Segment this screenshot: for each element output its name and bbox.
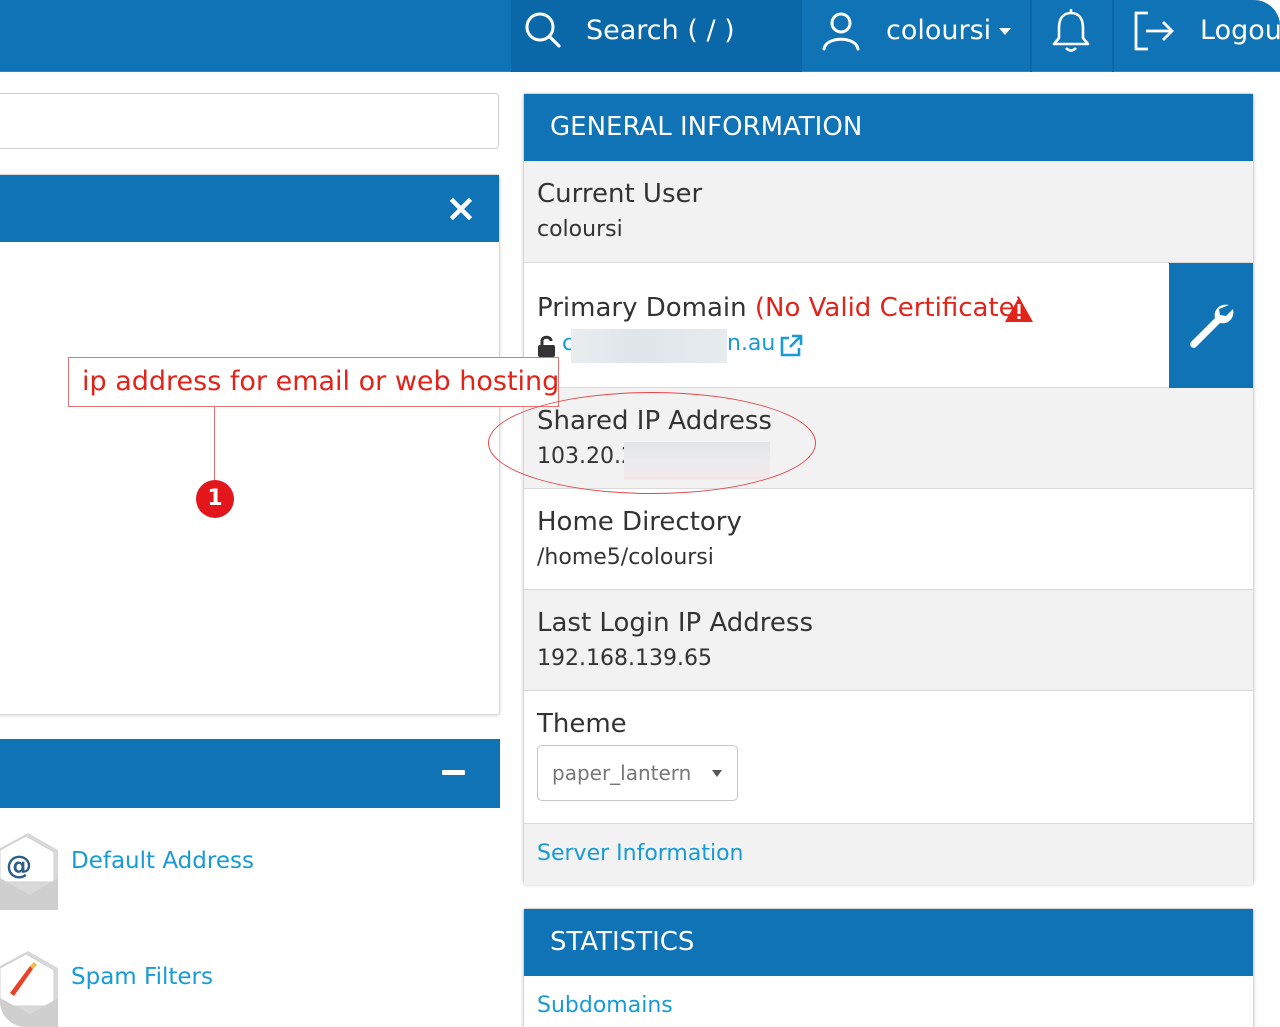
annotation-callout: ip address for email or web hosting: [68, 357, 559, 407]
warning-icon: [1005, 297, 1033, 322]
server-information-link[interactable]: Server Information: [537, 841, 744, 866]
divider: [1030, 0, 1032, 72]
search-box[interactable]: Search ( / ): [511, 0, 800, 72]
logout-icon[interactable]: [1132, 10, 1176, 52]
app-window: Search ( / ) coloursi Logout ×: [0, 0, 1280, 1027]
svg-text:@: @: [6, 851, 32, 881]
annotation-highlight-ellipse: [488, 392, 816, 494]
left-panel-header: ×: [0, 175, 499, 242]
server-info-row: Server Information: [524, 824, 1253, 885]
last-login-label: Last Login IP Address: [537, 608, 813, 638]
annotation-number-badge: 1: [196, 480, 234, 518]
top-navigation-bar: Search ( / ) coloursi Logout: [0, 0, 1280, 72]
filter-input[interactable]: [0, 93, 499, 149]
user-menu-label[interactable]: coloursi: [886, 15, 991, 47]
annotation-leader-line: [214, 407, 215, 487]
theme-label: Theme: [537, 709, 627, 739]
search-icon: [525, 12, 561, 48]
subdomains-link[interactable]: Subdomains: [537, 993, 673, 1018]
spam-filter-icon[interactable]: [0, 948, 60, 1027]
theme-select[interactable]: paper_lantern: [537, 745, 738, 801]
bell-icon[interactable]: [1050, 8, 1092, 54]
general-information-header: GENERAL INFORMATION: [524, 94, 1253, 161]
external-link-icon[interactable]: [779, 334, 803, 358]
search-input[interactable]: Search ( / ): [586, 15, 735, 47]
user-icon: [822, 12, 860, 51]
theme-row: Theme paper_lantern: [524, 691, 1253, 824]
primary-domain-link-end[interactable]: n.au: [727, 331, 775, 356]
close-icon[interactable]: ×: [445, 183, 477, 233]
unlocked-padlock-icon: [538, 335, 555, 357]
left-panel: ×: [0, 174, 500, 715]
manage-domain-button[interactable]: [1169, 263, 1253, 388]
logout-link[interactable]: Logout: [1200, 15, 1280, 47]
home-directory-row: Home Directory /home5/coloursi: [524, 489, 1253, 590]
last-login-row: Last Login IP Address 192.168.139.65: [524, 590, 1253, 691]
tool-link-spam-filters[interactable]: Spam Filters: [71, 964, 213, 990]
current-user-row: Current User coloursi: [524, 161, 1253, 263]
caret-down-icon[interactable]: [998, 27, 1012, 37]
statistics-card: STATISTICS Subdomains: [523, 908, 1254, 1027]
home-directory-value: /home5/coloursi: [537, 545, 714, 570]
current-user-value: coloursi: [537, 217, 623, 242]
certificate-warning: (No Valid Certificate): [754, 293, 1025, 323]
tool-link-default-address[interactable]: Default Address: [71, 848, 254, 874]
primary-domain-label-text: Primary Domain: [537, 293, 747, 323]
theme-select-value: paper_lantern: [552, 761, 692, 785]
collapse-icon[interactable]: [442, 770, 465, 775]
at-envelope-icon[interactable]: @: [0, 830, 60, 912]
home-directory-label: Home Directory: [537, 507, 742, 537]
wrench-icon: [1190, 304, 1234, 348]
primary-domain-row: Primary Domain (No Valid Certificate) c …: [524, 263, 1253, 388]
divider: [1112, 0, 1114, 72]
redacted-domain: [571, 329, 727, 363]
statistics-header: STATISTICS: [524, 909, 1253, 976]
email-tools-panel-header: [0, 739, 500, 808]
primary-domain-label: Primary Domain (No Valid Certificate): [537, 293, 1025, 323]
current-user-label: Current User: [537, 179, 703, 209]
caret-down-icon: [712, 770, 722, 777]
last-login-value: 192.168.139.65: [537, 646, 712, 671]
divider: [800, 0, 802, 72]
